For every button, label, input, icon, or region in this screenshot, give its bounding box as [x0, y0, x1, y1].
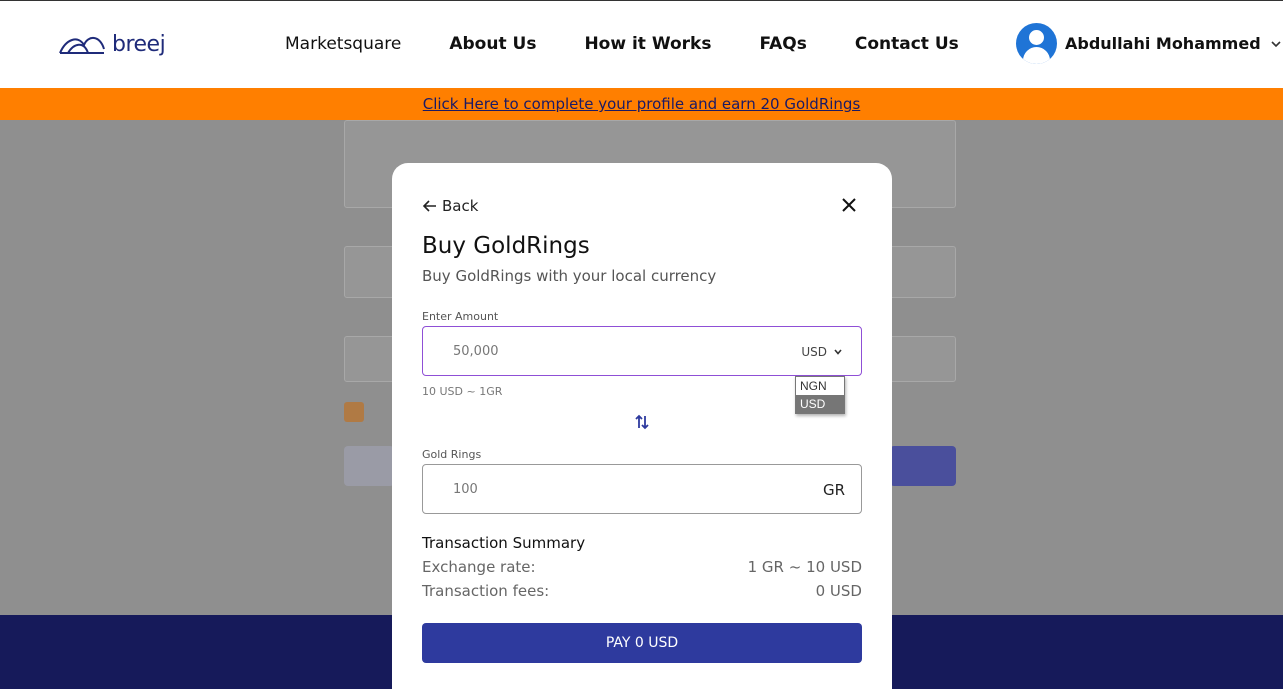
amount-value: 50,000 — [453, 344, 499, 359]
summary-title: Transaction Summary — [422, 534, 586, 552]
swap-icon[interactable] — [634, 414, 650, 430]
complete-profile-link[interactable]: Click Here to complete your profile and … — [423, 95, 861, 113]
currency-option-ngn[interactable]: NGN — [796, 377, 844, 395]
amount-label: Enter Amount — [422, 310, 499, 323]
promo-banner: Click Here to complete your profile and … — [0, 88, 1283, 120]
back-button[interactable]: Back — [422, 197, 478, 215]
exchange-rate-row: Exchange rate: 1 GR ~ 10 USD — [422, 558, 862, 576]
currency-selected: USD — [801, 345, 827, 359]
gold-rings-value: 100 — [453, 482, 478, 497]
nav-faqs[interactable]: FAQs — [759, 34, 806, 54]
bg-submit-button — [890, 446, 956, 486]
fees-row: Transaction fees: 0 USD — [422, 582, 862, 600]
bg-checkbox — [344, 402, 364, 422]
rate-hint: 10 USD ~ 1GR — [422, 385, 503, 398]
buy-goldrings-modal: Back Buy GoldRings Buy GoldRings with yo… — [392, 163, 892, 689]
nav-how-it-works[interactable]: How it Works — [584, 34, 711, 54]
chevron-down-icon[interactable] — [1269, 37, 1283, 51]
avatar-icon — [1016, 23, 1057, 64]
user-menu[interactable]: Abdullahi Mohammed — [1016, 23, 1283, 64]
nav-contact-us[interactable]: Contact Us — [855, 34, 959, 54]
currency-dropdown: NGN USD — [795, 376, 845, 414]
nav-about-us[interactable]: About Us — [449, 34, 536, 54]
logo-text: breej — [112, 31, 166, 57]
fees-value: 0 USD — [815, 582, 862, 600]
amount-field[interactable]: 50,000 USD — [422, 326, 862, 376]
user-name: Abdullahi Mohammed — [1065, 34, 1261, 53]
currency-option-usd[interactable]: USD — [796, 395, 844, 413]
chevron-down-icon — [834, 349, 842, 355]
close-icon[interactable] — [840, 196, 858, 214]
modal-title: Buy GoldRings — [422, 233, 590, 259]
breej-logo[interactable]: breej — [58, 31, 166, 57]
gold-rings-unit: GR — [822, 481, 845, 499]
exchange-rate-value: 1 GR ~ 10 USD — [747, 558, 862, 576]
gold-rings-field[interactable]: 100 GR — [422, 464, 862, 514]
bg-light-button — [344, 446, 394, 486]
currency-select[interactable]: USD — [801, 345, 843, 359]
fees-label: Transaction fees: — [422, 582, 550, 600]
main-nav: Marketsquare About Us How it Works FAQs … — [285, 34, 1007, 54]
top-header: breej Marketsquare About Us How it Works… — [0, 0, 1283, 88]
gold-rings-label: Gold Rings — [422, 448, 482, 461]
exchange-rate-label: Exchange rate: — [422, 558, 536, 576]
arrow-left-icon — [422, 200, 436, 212]
nav-marketsquare[interactable]: Marketsquare — [285, 34, 401, 54]
modal-subtitle: Buy GoldRings with your local currency — [422, 267, 717, 285]
pay-button[interactable]: PAY 0 USD — [422, 623, 862, 663]
back-label: Back — [442, 197, 479, 215]
logo-mark-icon — [59, 37, 105, 54]
